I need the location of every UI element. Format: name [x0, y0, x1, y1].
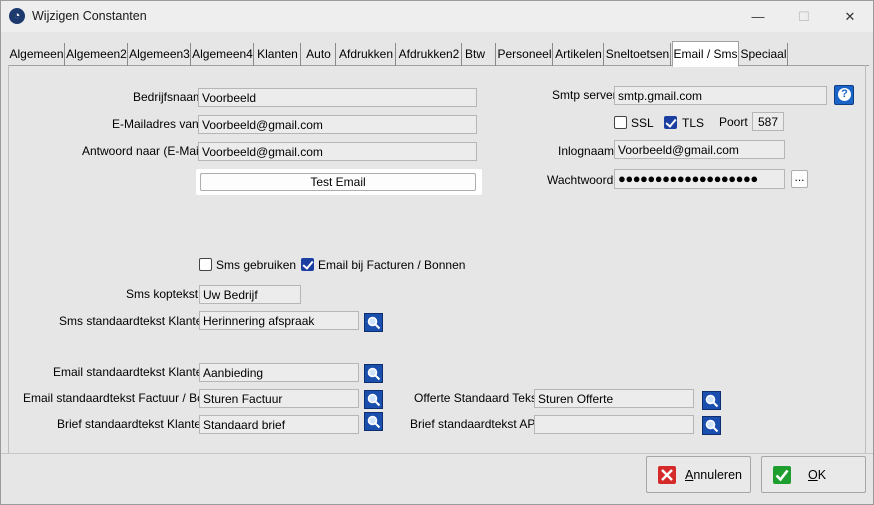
wachtwoord-label: Wachtwoord: [547, 173, 614, 187]
window-title: Wijzigen Constanten: [32, 9, 147, 23]
tls-checkbox[interactable]: [664, 116, 677, 129]
email-factuur-label: Email standaardtekst Factuur / Bon: [23, 391, 211, 405]
email-factuur-search-button[interactable]: [364, 390, 383, 409]
email-klanten-field[interactable]: Aanbieding: [199, 363, 359, 382]
close-button[interactable]: ✕: [827, 1, 873, 32]
offerte-search-button[interactable]: [702, 391, 721, 410]
emailadres-label: E-Mailadres van: [112, 117, 199, 131]
search-icon: [705, 394, 719, 408]
cancel-x-icon: [658, 466, 676, 484]
tab-klanten[interactable]: Klanten: [255, 43, 301, 66]
email-klanten-label: Email standaardtekst Klanten: [53, 365, 210, 379]
title-bar: ◔ Wijzigen Constanten — ☐ ✕: [1, 1, 873, 32]
tab-artikelen[interactable]: Artikelen: [554, 43, 604, 66]
tab-algemeen2[interactable]: Algemeen2: [66, 43, 128, 66]
tab-sneltoetsen[interactable]: Sneltoetsen: [605, 43, 671, 66]
app-logo-icon: ◔: [9, 8, 25, 24]
brief-apk-search-button[interactable]: [702, 416, 721, 435]
antwoord-label: Antwoord naar (E-Mail): [82, 144, 206, 158]
ok-label: OK: [808, 468, 827, 482]
sms-standaard-search-button[interactable]: [364, 313, 383, 332]
search-icon: [367, 415, 381, 429]
brief-klanten-field[interactable]: Standaard brief: [199, 415, 359, 434]
tab-auto[interactable]: Auto: [302, 43, 336, 66]
ok-button[interactable]: OK: [761, 456, 866, 493]
brief-klanten-search-button[interactable]: [364, 412, 383, 431]
cancel-label: Annuleren: [685, 468, 742, 482]
question-icon: ?: [838, 88, 851, 101]
sms-gebruiken-label: Sms gebruiken: [216, 258, 297, 272]
tab-afdrukken2[interactable]: Afdrukken2: [397, 43, 462, 66]
smtp-server-label: Smtp server: [552, 88, 617, 102]
tab-algemeen[interactable]: Algemeen: [9, 43, 65, 66]
tab-strip: Algemeen Algemeen2 Algemeen3 Algemeen4 K…: [9, 41, 869, 67]
help-button[interactable]: ?: [834, 85, 854, 105]
tab-algemeen3[interactable]: Algemeen3: [129, 43, 191, 66]
sms-gebruiken-checkbox[interactable]: [199, 258, 212, 271]
sms-standaard-field[interactable]: Herinnering afspraak: [199, 311, 359, 330]
wachtwoord-field[interactable]: ●●●●●●●●●●●●●●●●●●●: [614, 169, 785, 189]
footer-divider: [1, 453, 873, 454]
search-icon: [367, 393, 381, 407]
offerte-label: Offerte Standaard Tekst: [414, 391, 541, 405]
ssl-checkbox[interactable]: [614, 116, 627, 129]
ssl-label: SSL: [631, 116, 654, 130]
tls-label: TLS: [682, 116, 705, 130]
sms-koptekst-field[interactable]: Uw Bedrijf: [199, 285, 301, 304]
sms-standaard-label: Sms standaardtekst Klanten: [59, 314, 210, 328]
tab-personeel[interactable]: Personeel: [497, 43, 553, 66]
bedrijfsnaam-label: Bedrijfsnaam: [133, 90, 204, 104]
tab-algemeen4[interactable]: Algemeen4: [192, 43, 254, 66]
antwoord-field[interactable]: Voorbeeld@gmail.com: [198, 142, 477, 161]
poort-label: Poort: [719, 115, 748, 129]
tab-speciaal[interactable]: Speciaal: [740, 43, 788, 66]
test-email-button[interactable]: Test Email: [200, 173, 476, 191]
sms-koptekst-label: Sms koptekst: [126, 287, 199, 301]
search-icon: [367, 367, 381, 381]
smtp-server-field[interactable]: smtp.gmail.com: [614, 86, 827, 105]
bedrijfsnaam-field[interactable]: Voorbeeld: [198, 88, 477, 107]
tab-email-sms[interactable]: Email / Sms: [672, 41, 739, 67]
search-icon: [705, 419, 719, 433]
search-icon: [367, 316, 381, 330]
minimize-button[interactable]: —: [735, 1, 781, 32]
offerte-field[interactable]: Sturen Offerte: [534, 389, 694, 408]
email-facturen-checkbox[interactable]: [301, 258, 314, 271]
inlognaam-label: Inlognaam: [558, 144, 615, 158]
cancel-button[interactable]: Annuleren: [646, 456, 751, 493]
email-factuur-field[interactable]: Sturen Factuur: [199, 389, 359, 408]
inlognaam-field[interactable]: Voorbeeld@gmail.com: [614, 140, 785, 159]
email-klanten-search-button[interactable]: [364, 364, 383, 383]
emailadres-field[interactable]: Voorbeeld@gmail.com: [198, 115, 477, 134]
email-facturen-label: Email bij Facturen / Bonnen: [318, 258, 466, 272]
tab-afdrukken[interactable]: Afdrukken: [337, 43, 396, 66]
checkmark-icon: [773, 466, 791, 484]
brief-apk-label: Brief standaardtekst APK: [410, 417, 544, 431]
tab-btw[interactable]: Btw: [463, 43, 496, 66]
brief-klanten-label: Brief standaardtekst Klanten: [57, 417, 208, 431]
dialog-window: ◔ Wijzigen Constanten — ☐ ✕ Algemeen Alg…: [0, 0, 874, 505]
poort-field[interactable]: 587: [752, 112, 784, 131]
browse-button[interactable]: ...: [791, 170, 808, 188]
maximize-button[interactable]: ☐: [781, 1, 827, 32]
brief-apk-field[interactable]: [534, 415, 694, 434]
